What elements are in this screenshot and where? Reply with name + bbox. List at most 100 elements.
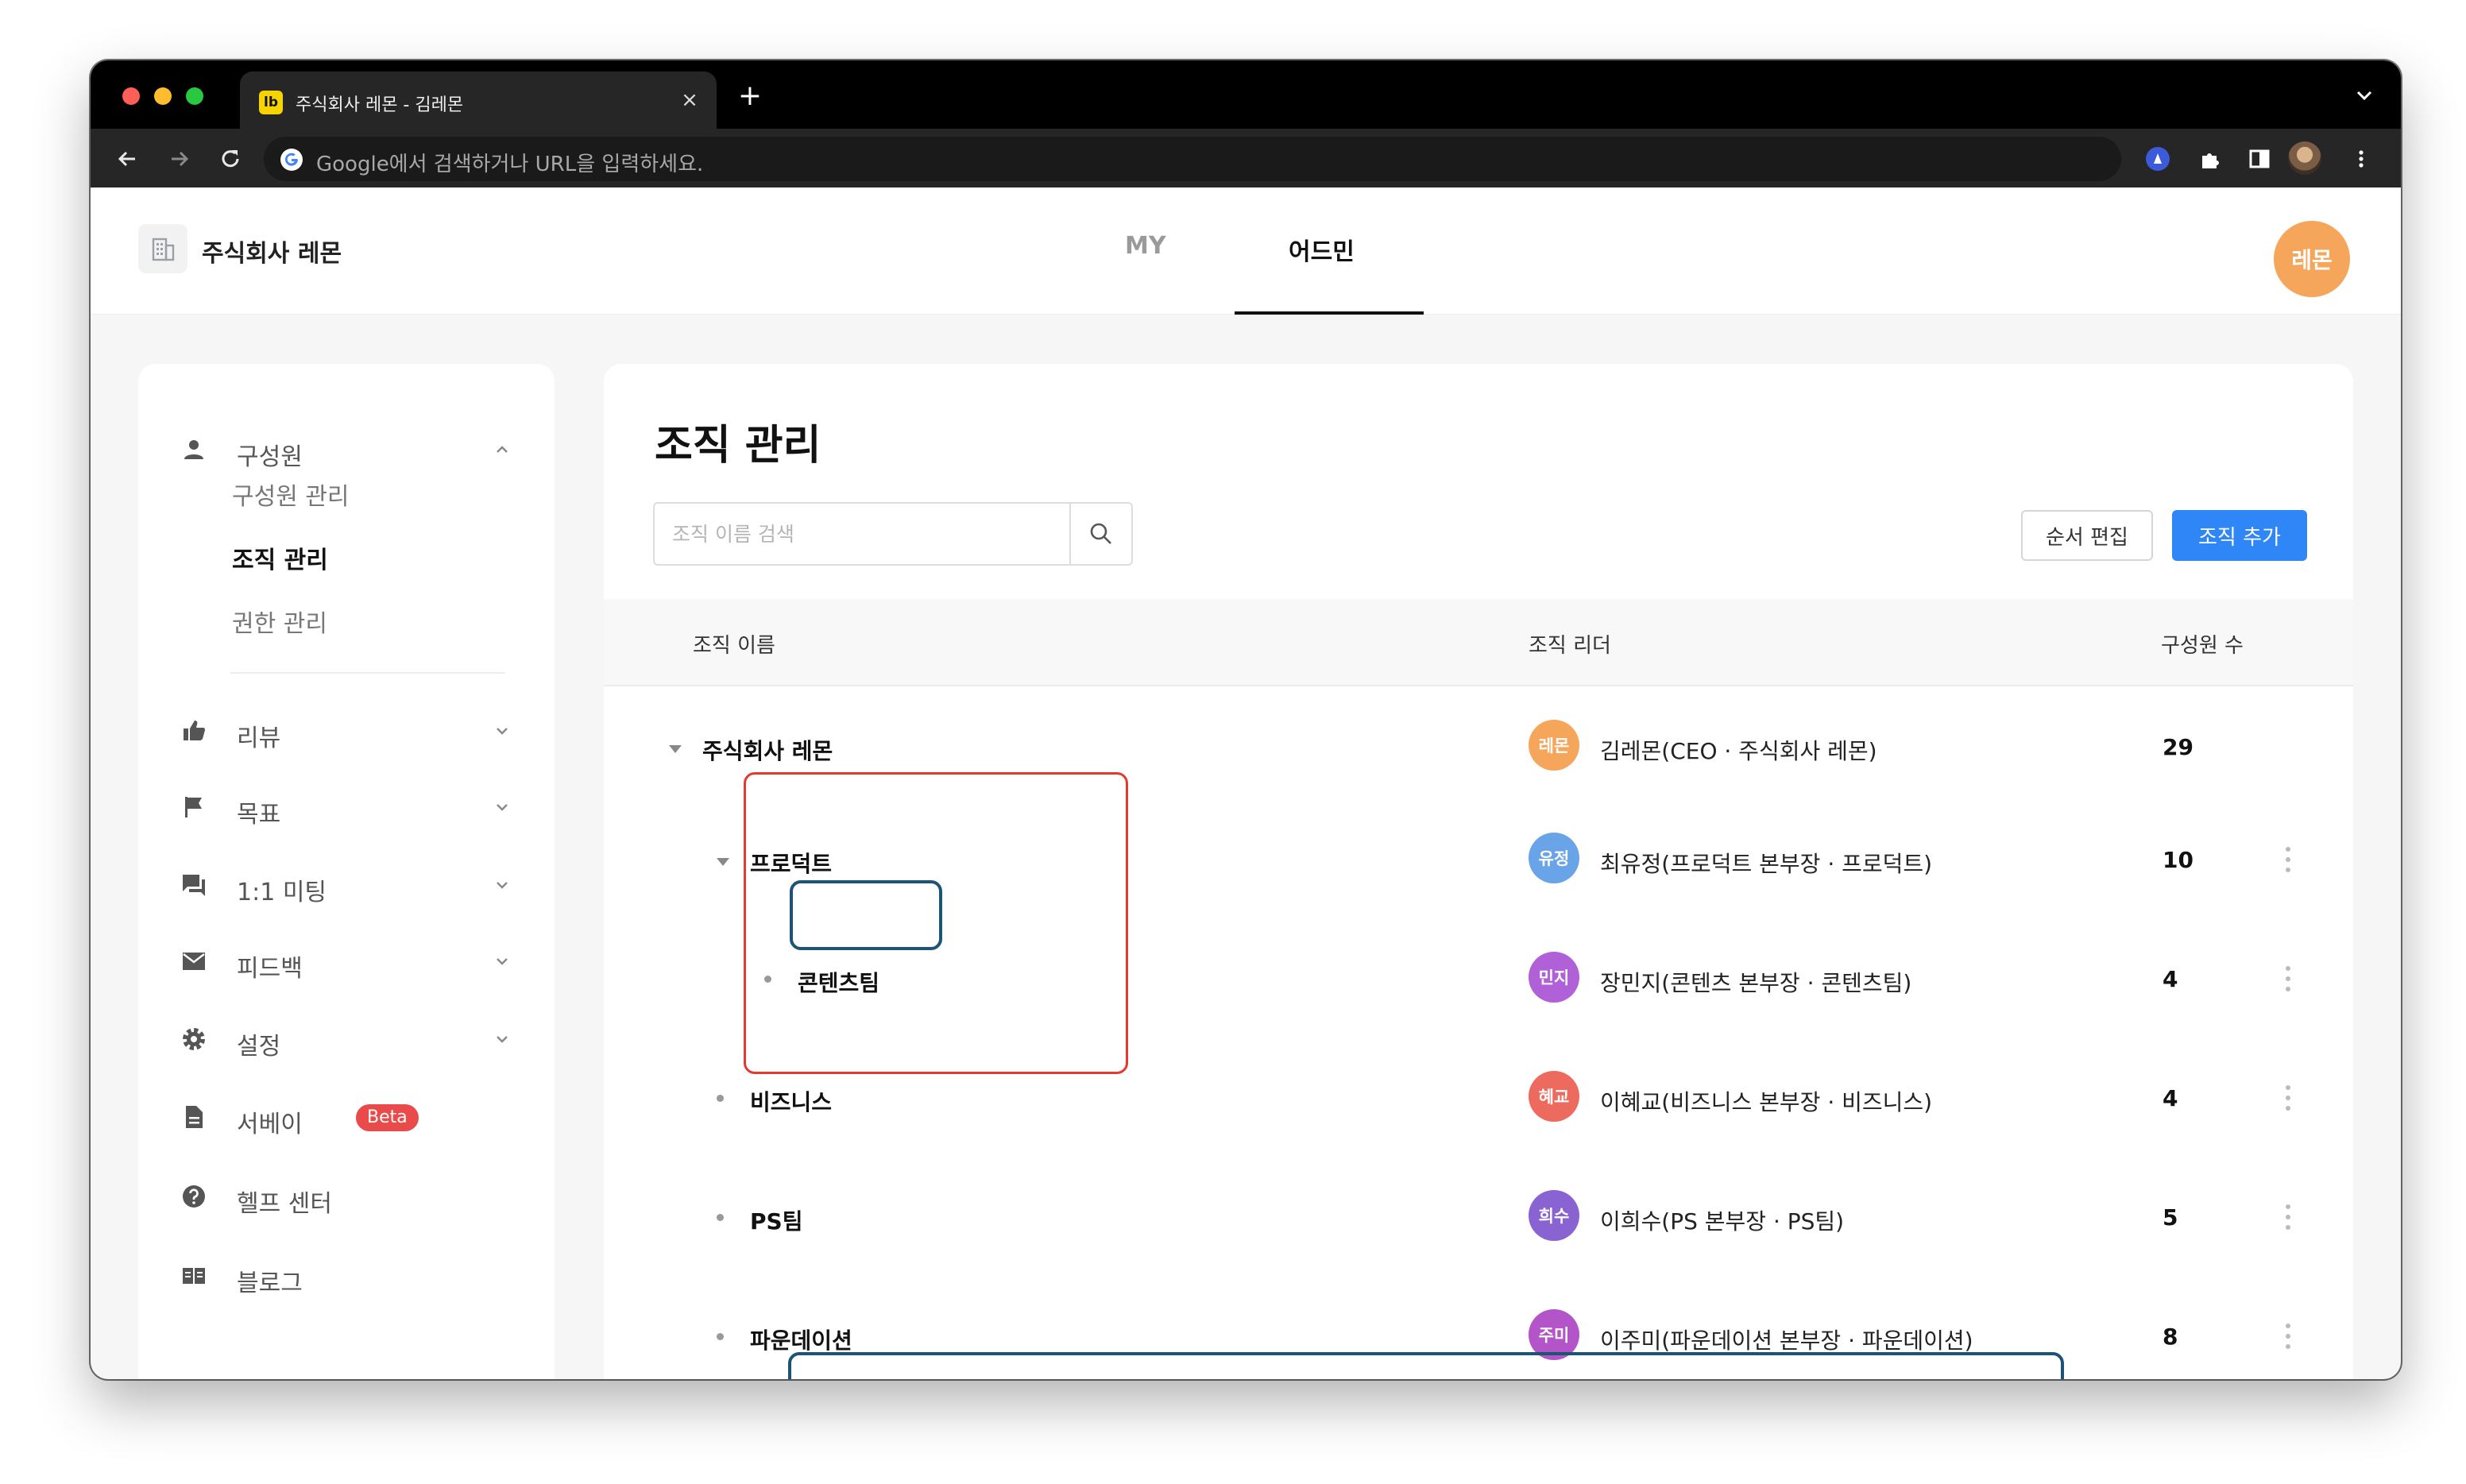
sidebar-item-blog[interactable]: 블로그	[178, 1252, 515, 1300]
sidebar-item-goal[interactable]: 목표	[178, 783, 515, 831]
highlight-box-foundation-row	[788, 1352, 2064, 1379]
tab-admin[interactable]: 어드민	[1289, 232, 1355, 267]
favicon-icon: lb	[259, 91, 283, 114]
org-search	[653, 502, 1133, 566]
chevron-down-icon	[489, 1026, 515, 1052]
new-tab-button[interactable]: +	[734, 79, 766, 112]
add-org-button[interactable]: 조직 추가	[2172, 510, 2307, 561]
browser-window: lb 주식회사 레몬 - 김레몬 × + Google에서 검색하거나 URL을…	[91, 60, 2401, 1379]
active-tab-indicator	[1235, 311, 1424, 315]
more-options-icon[interactable]	[2277, 963, 2299, 995]
sidebar-label: 리뷰	[237, 725, 281, 752]
chevron-down-icon	[489, 872, 515, 898]
company-name[interactable]: 주식회사 레몬	[202, 234, 342, 269]
highlight-box-product	[790, 880, 942, 950]
caret-down-icon[interactable]	[669, 745, 682, 753]
browser-toolbar: Google에서 검색하거나 URL을 입력하세요.	[91, 129, 2401, 187]
app-header: 주식회사 레몬 MY 어드민 레몬	[91, 187, 2401, 315]
org-search-input[interactable]	[655, 504, 1068, 564]
sidebar-item-members[interactable]: 구성원	[178, 426, 515, 473]
thumbs-up-icon	[178, 715, 210, 747]
leader-name: 이희수(PS 본부장 · PS팀)	[1600, 1208, 1845, 1235]
side-panel-icon[interactable]	[2244, 143, 2275, 175]
sidebar-label: 구성원	[237, 443, 303, 471]
sidebar-item-help-center[interactable]: 헬프 센터	[178, 1173, 515, 1220]
browser-tab[interactable]: lb 주식회사 레몬 - 김레몬 ×	[240, 71, 717, 129]
tab-search-chevron-down-icon[interactable]	[2352, 83, 2377, 108]
sidebar-item-settings[interactable]: 설정	[178, 1015, 515, 1063]
leader-name: 최유정(프로덕트 본부장 · 프로덕트)	[1600, 851, 1933, 877]
tree-bullet-icon	[717, 1333, 724, 1340]
sidebar-item-review[interactable]: 리뷰	[178, 707, 515, 755]
sidebar-sub-permission-management[interactable]: 권한 관리	[232, 604, 327, 639]
document-icon	[178, 1101, 210, 1133]
close-window-button[interactable]	[122, 87, 140, 105]
leader-name: 이주미(파운데이션 본부장 · 파운데이션)	[1600, 1327, 1973, 1354]
sidebar-item-feedback[interactable]: 피드백	[178, 937, 515, 985]
leader-avatar: 희수	[1529, 1190, 1579, 1241]
flag-icon	[178, 791, 210, 823]
table-header: 조직 이름 조직 리더 구성원 수	[604, 599, 2353, 686]
leader-name: 김레몬(CEO · 주식회사 레몬)	[1600, 738, 1877, 764]
tab-close-icon[interactable]: ×	[675, 86, 704, 114]
sidebar-label: 서베이	[237, 1111, 303, 1138]
member-count: 29	[2163, 734, 2194, 760]
org-name: 파운데이션	[750, 1327, 852, 1354]
edit-order-button[interactable]: 순서 편집	[2021, 510, 2153, 561]
column-header-leader: 조직 리더	[1529, 634, 1611, 658]
back-arrow-icon[interactable]	[111, 143, 143, 175]
forward-arrow-icon[interactable]	[164, 143, 195, 175]
org-name: PS팀	[750, 1208, 803, 1235]
member-count: 4	[2163, 966, 2178, 992]
mail-icon	[178, 945, 210, 977]
user-avatar[interactable]: 레몬	[2274, 221, 2350, 297]
leader-avatar: 민지	[1529, 952, 1579, 1003]
more-options-icon[interactable]	[2277, 844, 2299, 875]
extension-icon[interactable]	[2142, 143, 2174, 175]
reload-icon[interactable]	[215, 143, 246, 175]
more-options-icon[interactable]	[2277, 1082, 2299, 1114]
more-options-icon[interactable]	[2277, 1201, 2299, 1233]
browser-tab-bar: lb 주식회사 레몬 - 김레몬 × +	[91, 60, 2401, 129]
person-icon	[178, 434, 210, 466]
tree-bullet-icon	[717, 1095, 724, 1102]
minimize-window-button[interactable]	[154, 87, 172, 105]
leader-avatar: 유정	[1529, 833, 1579, 883]
member-count: 4	[2163, 1085, 2178, 1111]
puzzle-icon[interactable]	[2194, 143, 2226, 175]
leader-avatar: 레몬	[1529, 720, 1579, 771]
tab-title: 주식회사 레몬 - 김레몬	[296, 95, 464, 115]
book-icon	[178, 1260, 210, 1292]
address-placeholder: Google에서 검색하거나 URL을 입력하세요.	[316, 153, 704, 176]
sidebar-label: 설정	[237, 1033, 281, 1061]
address-bar[interactable]: Google에서 검색하거나 URL을 입력하세요.	[264, 137, 2121, 181]
chat-icon	[178, 869, 210, 901]
org-name: 주식회사 레몬	[702, 738, 833, 764]
building-icon	[138, 224, 187, 273]
sidebar-label: 블로그	[237, 1270, 303, 1297]
sidebar-sub-member-management[interactable]: 구성원 관리	[232, 477, 350, 512]
sidebar-item-one-on-one[interactable]: 1:1 미팅	[178, 861, 515, 909]
search-icon[interactable]	[1069, 504, 1131, 564]
sidebar: 구성원 구성원 관리 조직 관리 권한 관리 리뷰 목표 1:1 미팅 피드백 …	[138, 364, 555, 1379]
caret-down-icon[interactable]	[717, 858, 729, 866]
profile-avatar[interactable]	[2288, 141, 2321, 175]
sidebar-sub-org-management[interactable]: 조직 관리	[232, 540, 328, 575]
more-vertical-icon[interactable]	[2345, 143, 2377, 175]
maximize-window-button[interactable]	[186, 87, 203, 105]
member-count: 10	[2163, 847, 2194, 873]
more-options-icon[interactable]	[2277, 1320, 2299, 1352]
table-row[interactable]: PS팀 희수 이희수(PS 본부장 · PS팀) 5	[604, 1157, 2353, 1276]
leader-avatar: 혜교	[1529, 1071, 1579, 1122]
chevron-down-icon	[489, 949, 515, 974]
sidebar-label: 피드백	[237, 955, 303, 983]
sidebar-label: 1:1 미팅	[237, 879, 327, 906]
column-header-name: 조직 이름	[693, 634, 775, 658]
sidebar-label: 헬프 센터	[237, 1190, 332, 1218]
leader-name: 이혜교(비즈니스 본부장 · 비즈니스)	[1600, 1089, 1933, 1115]
gear-icon	[178, 1023, 210, 1055]
sidebar-item-survey[interactable]: 서베이 Beta	[178, 1093, 515, 1141]
tab-my[interactable]: MY	[1125, 232, 1166, 260]
member-count: 5	[2163, 1204, 2178, 1231]
sidebar-label: 목표	[237, 801, 281, 829]
